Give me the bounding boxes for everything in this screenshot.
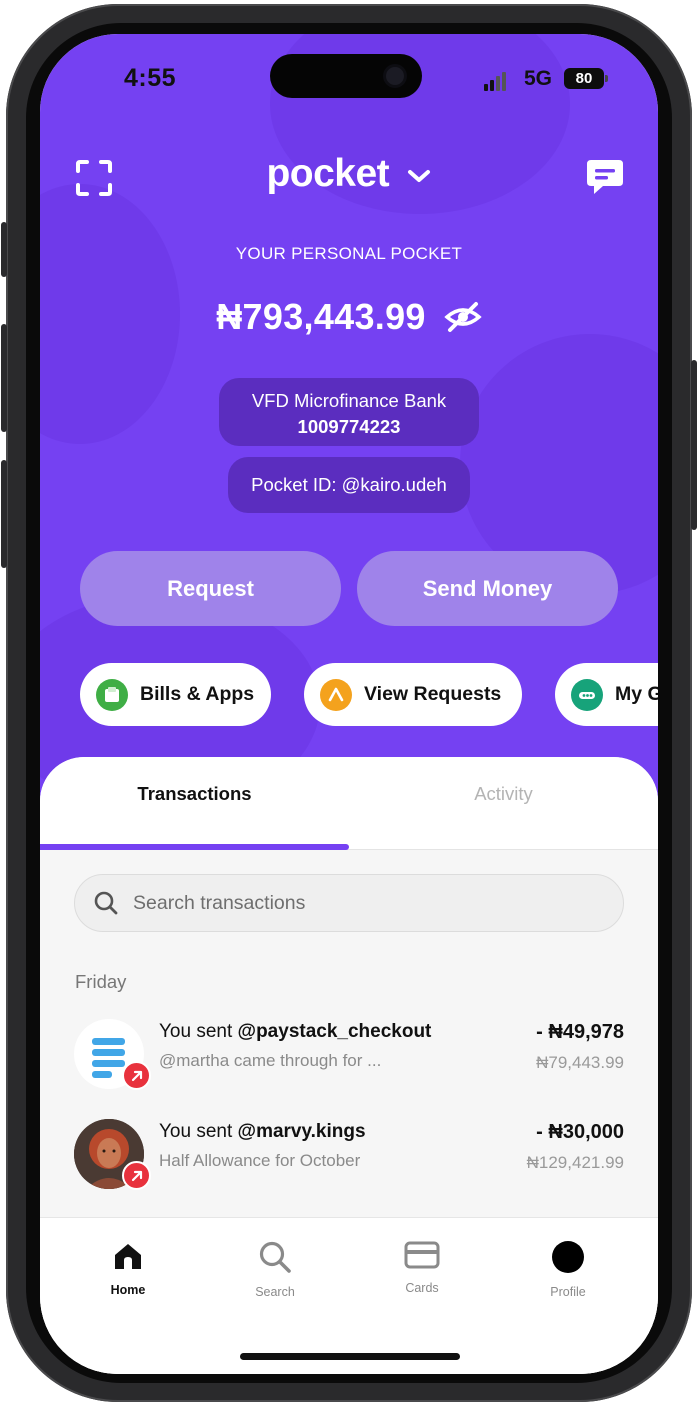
app-screen: 4:55 5G 80 pocket YOUR PERSONAL POCKET ₦… <box>40 34 658 1374</box>
volume-up-button <box>1 324 7 432</box>
transaction-row[interactable]: You sent @paystack_checkout @martha came… <box>74 1019 624 1091</box>
account-number: 1009774223 <box>297 416 401 437</box>
sent-arrow-icon <box>122 1061 151 1090</box>
bills-icon <box>96 678 128 711</box>
nav-cards[interactable]: Cards <box>372 1240 472 1295</box>
transaction-row[interactable]: You sent @marvy.kings Half Allowance for… <box>74 1119 624 1191</box>
tab-bar: Transactions Activity <box>40 757 658 850</box>
chevron-down-icon <box>407 169 430 182</box>
pocket-label: YOUR PERSONAL POCKET <box>235 244 463 263</box>
bottom-nav: Home Search Cards Profile <box>40 1217 658 1374</box>
balance-after: ₦79,443.99 <box>536 1053 624 1072</box>
profile-avatar-icon <box>552 1241 584 1273</box>
balance-amount: ₦793,443.99 <box>216 296 426 337</box>
send-money-button[interactable]: Send Money <box>357 551 618 626</box>
active-tab-indicator <box>40 844 349 850</box>
transaction-amount: - ₦49,978 <box>536 1021 624 1043</box>
nav-home[interactable]: Home <box>78 1240 178 1297</box>
transaction-amount: - ₦30,000 <box>536 1121 624 1143</box>
network-type: 5G <box>524 67 553 90</box>
camera-icon <box>386 67 404 85</box>
nav-label: Home <box>110 1283 146 1297</box>
brand-switcher[interactable]: pocket <box>40 152 658 196</box>
status-time: 4:55 <box>124 64 177 92</box>
chat-icon[interactable] <box>585 158 625 198</box>
search-icon <box>259 1241 291 1273</box>
home-icon <box>115 1244 141 1269</box>
nav-label: Profile <box>550 1285 586 1299</box>
requests-icon <box>320 678 352 711</box>
home-indicator <box>240 1353 460 1360</box>
my-goals-chip[interactable]: My G <box>555 663 658 726</box>
chip-label: Bills & Apps <box>140 683 255 705</box>
day-header: Friday <box>75 971 127 992</box>
battery-tip <box>605 75 608 82</box>
nav-profile[interactable]: Profile <box>518 1240 618 1299</box>
view-requests-chip[interactable]: View Requests <box>304 663 522 726</box>
brand-logo: pocket <box>266 152 390 195</box>
nav-label: Search <box>255 1285 295 1299</box>
transaction-note: @martha came through for ... <box>159 1051 382 1070</box>
signal-icon <box>484 72 506 91</box>
tab-transactions[interactable]: Transactions <box>40 757 349 850</box>
chip-label: My G <box>615 683 658 705</box>
request-button[interactable]: Request <box>80 551 341 626</box>
hide-balance-icon[interactable] <box>444 301 482 333</box>
bills-apps-chip[interactable]: Bills & Apps <box>80 663 271 726</box>
goals-icon <box>571 678 603 711</box>
transaction-title: You sent @marvy.kings <box>159 1121 366 1142</box>
search-placeholder: Search transactions <box>133 891 306 914</box>
battery-icon: 80 <box>564 68 604 89</box>
mute-switch <box>1 222 7 277</box>
balance-after: ₦129,421.99 <box>526 1153 624 1172</box>
balance-row: ₦793,443.99 <box>40 296 658 338</box>
chip-label: View Requests <box>364 683 502 705</box>
pocket-id-pill[interactable]: Pocket ID: @kairo.udeh <box>228 457 470 513</box>
dynamic-island <box>270 54 422 98</box>
tab-activity[interactable]: Activity <box>349 757 658 850</box>
sent-arrow-icon <box>122 1161 151 1190</box>
volume-down-button <box>1 460 7 568</box>
bank-account-pill[interactable]: VFD Microfinance Bank 1009774223 <box>219 378 479 446</box>
nav-label: Cards <box>405 1281 439 1295</box>
wallet-header: 4:55 5G 80 pocket YOUR PERSONAL POCKET ₦… <box>40 34 658 834</box>
transaction-note: Half Allowance for October <box>159 1151 361 1170</box>
search-icon <box>94 891 118 915</box>
bank-name: VFD Microfinance Bank <box>251 390 447 411</box>
search-input[interactable]: Search transactions <box>74 874 624 932</box>
card-icon <box>404 1241 440 1269</box>
transaction-title: You sent @paystack_checkout <box>159 1021 432 1042</box>
nav-search[interactable]: Search <box>225 1240 325 1299</box>
power-button <box>691 360 697 530</box>
